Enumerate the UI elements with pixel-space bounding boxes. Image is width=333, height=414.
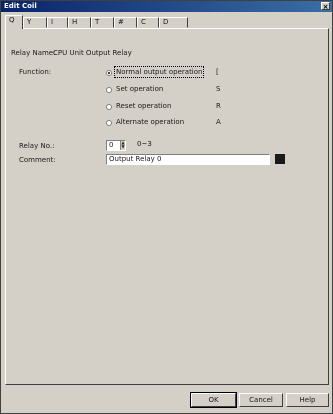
spin-arrows-icon[interactable]: ▲ ▼ <box>120 141 125 150</box>
tab-d[interactable]: D <box>159 17 188 28</box>
normal-output-radio[interactable] <box>106 70 112 76</box>
alternate-operation-radio[interactable] <box>106 120 112 126</box>
relay-no-label: Relay No.: <box>19 142 55 150</box>
relay-no-range: 0~3 <box>137 140 152 148</box>
edit-coil-dialog: Edit Coil × Q Y I H T # C D Relay Name: … <box>0 0 333 414</box>
tab-strip: Q Y I H T # C D <box>5 15 329 29</box>
set-operation-symbol: S <box>216 85 221 93</box>
tab-panel: Relay Name: CPU Unit Output Relay Functi… <box>5 28 329 385</box>
cancel-button[interactable]: Cancel <box>239 393 283 407</box>
comment-label: Comment: <box>19 156 56 164</box>
relay-name-value: CPU Unit Output Relay <box>53 49 132 57</box>
title-bar[interactable]: Edit Coil × <box>1 1 332 12</box>
reset-operation-radio[interactable] <box>106 104 112 110</box>
window-title: Edit Coil <box>4 2 37 10</box>
tab-y[interactable]: Y <box>23 17 47 28</box>
tab-q[interactable]: Q <box>5 15 23 29</box>
tab-c[interactable]: C <box>137 17 159 28</box>
color-swatch-button[interactable] <box>275 154 285 164</box>
function-label: Function: <box>19 68 52 76</box>
normal-output-symbol: [ <box>216 68 219 76</box>
set-operation-label[interactable]: Set operation <box>116 85 163 93</box>
normal-output-label[interactable]: Normal output operation <box>113 66 205 78</box>
reset-operation-label[interactable]: Reset operation <box>116 102 171 110</box>
relay-no-stepper[interactable]: 0 ▲ ▼ <box>106 140 126 151</box>
tab-h[interactable]: H <box>68 17 91 28</box>
tab-i[interactable]: I <box>47 17 68 28</box>
reset-operation-symbol: R <box>216 102 221 110</box>
tab-t[interactable]: T <box>91 17 114 28</box>
ok-button[interactable]: OK <box>190 392 237 408</box>
set-operation-radio[interactable] <box>106 87 112 93</box>
alternate-operation-label[interactable]: Alternate operation <box>116 118 184 126</box>
alternate-operation-symbol: A <box>216 118 221 126</box>
tab-hash[interactable]: # <box>114 17 137 28</box>
relay-no-value: 0 <box>109 141 114 149</box>
relay-name-label: Relay Name: <box>11 49 56 57</box>
comment-field[interactable]: Output Relay 0 <box>106 154 270 165</box>
help-button[interactable]: Help <box>286 393 329 407</box>
close-icon[interactable]: × <box>321 2 330 11</box>
